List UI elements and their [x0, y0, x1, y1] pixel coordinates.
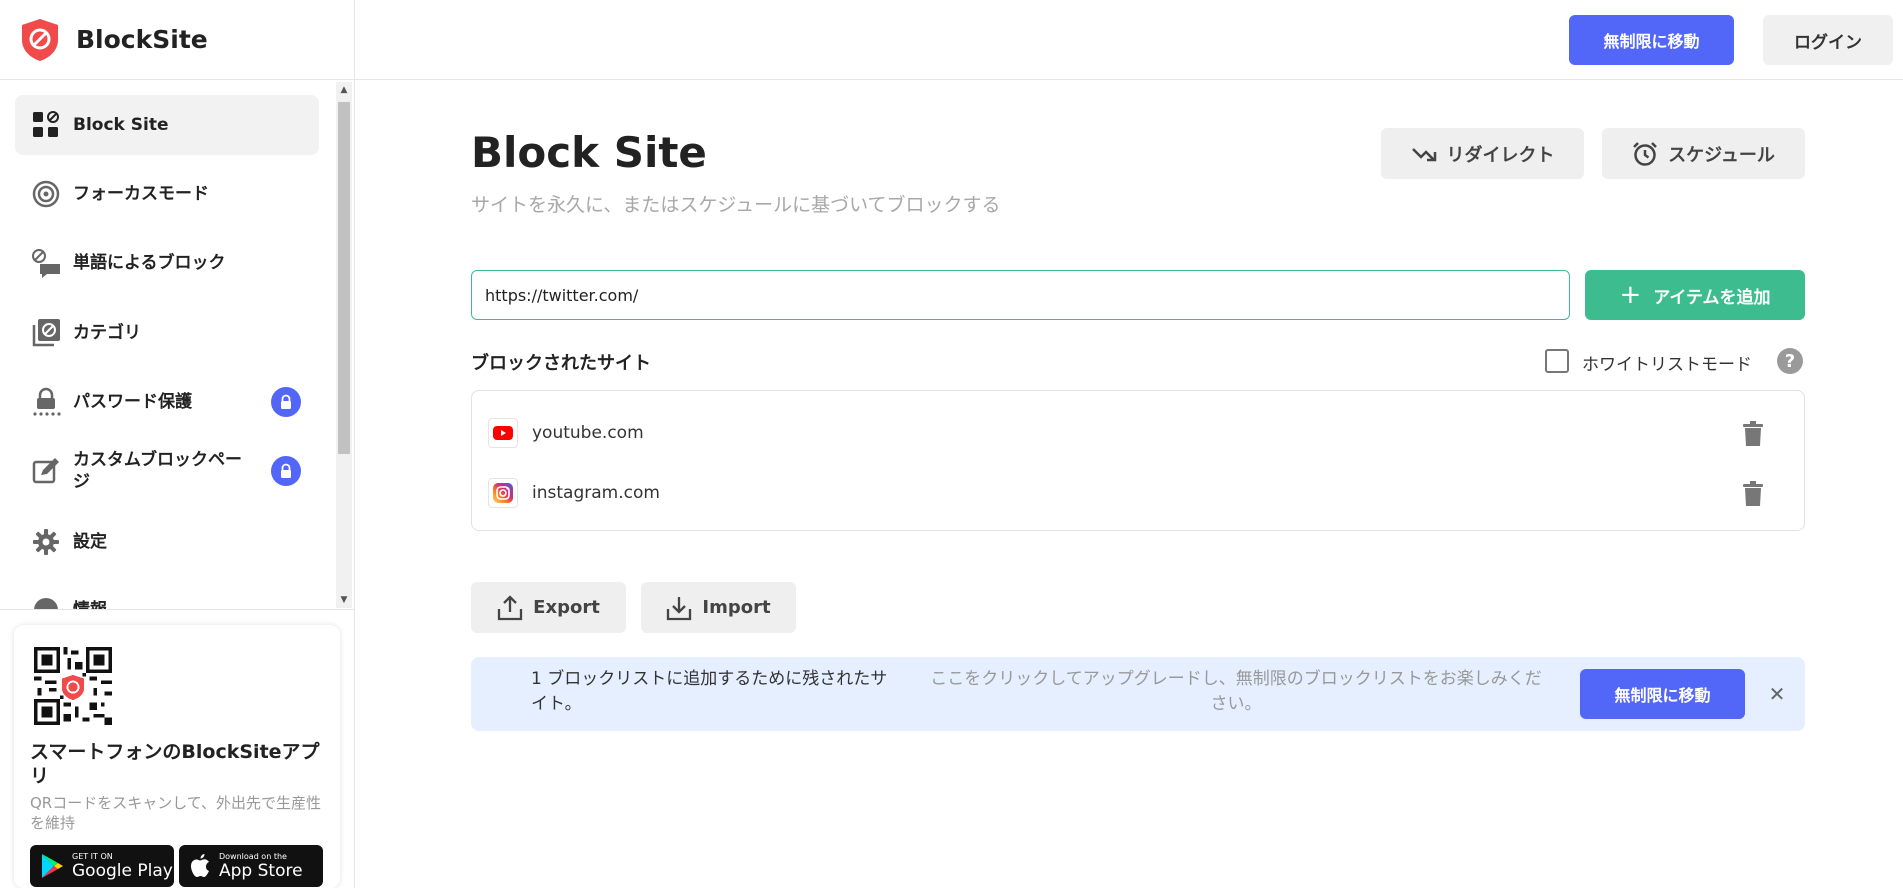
sidebar-item-label: 設定 [73, 532, 107, 552]
sidebar-item-label: パスワード保護 [73, 392, 192, 412]
password-lock-icon [31, 387, 61, 417]
export-label: Export [533, 597, 600, 618]
sidebar-item-focus-mode[interactable]: フォーカスモード [15, 164, 319, 224]
instagram-icon [488, 478, 518, 508]
sidebar-nav: Block Site フォーカスモード 単語によるブロック カテゴリ パスワード… [0, 80, 352, 610]
download-icon [666, 595, 692, 621]
login-button[interactable]: ログイン [1763, 15, 1893, 65]
whitelist-checkbox[interactable] [1545, 349, 1569, 373]
app-store-button[interactable]: Download on the App Store [179, 845, 323, 887]
sidebar-item-label: 単語によるブロック [73, 253, 226, 273]
import-button[interactable]: Import [641, 582, 796, 633]
custom-page-icon [31, 456, 61, 486]
youtube-icon [488, 418, 518, 448]
scroll-down-arrow-icon[interactable]: ▼ [336, 592, 352, 608]
alarm-clock-icon [1632, 141, 1658, 167]
sidebar-item-label: カスタムブロックページ [73, 450, 242, 492]
apple-icon [191, 854, 209, 877]
redirect-label: リダイレクト [1446, 144, 1555, 166]
help-icon[interactable]: ? [1777, 348, 1803, 374]
page-title: Block Site [471, 128, 707, 177]
list-item: youtube.com [472, 411, 1804, 455]
blocksite-grid-icon [31, 110, 61, 140]
sidebar-item-category[interactable]: カテゴリ [15, 303, 319, 363]
sidebar-item-word-block[interactable]: 単語によるブロック [15, 233, 319, 293]
category-icon [31, 318, 61, 348]
banner-go-unlimited-button[interactable]: 無制限に移動 [1580, 669, 1745, 719]
blocksite-logo-icon [22, 18, 58, 61]
sidebar-divider [0, 609, 355, 610]
app-store-big-text: App Store [219, 860, 303, 881]
google-play-icon [42, 854, 63, 878]
whitelist-label: ホワイトリストモード [1582, 355, 1752, 375]
brand-header: BlockSite [0, 0, 355, 80]
app-store-small-text: Download on the [219, 851, 287, 861]
premium-lock-icon [271, 456, 301, 486]
blocked-sites-list: youtube.com instagram.com [471, 390, 1805, 531]
info-icon [31, 595, 61, 610]
schedule-label: スケジュール [1668, 144, 1775, 166]
word-block-icon [31, 248, 61, 278]
redirect-button[interactable]: リダイレクト [1381, 128, 1584, 179]
url-input[interactable] [471, 270, 1570, 320]
site-name: youtube.com [532, 423, 644, 443]
premium-lock-icon [271, 387, 301, 417]
google-play-big-text: Google Play [72, 860, 173, 881]
google-play-button[interactable]: GET IT ON Google Play [30, 845, 174, 887]
add-item-button[interactable]: + アイテムを追加 [1585, 270, 1805, 320]
page-subtitle: サイトを永久に、またはスケジュールに基づいてブロックする [471, 194, 1001, 216]
close-icon[interactable]: ✕ [1766, 682, 1788, 706]
list-item: instagram.com [472, 471, 1804, 515]
upgrade-link-text[interactable]: ここをクリックしてアップグレードし、無制限のブロックリストをお楽しみください。 [926, 667, 1546, 717]
delete-trash-icon[interactable] [1742, 421, 1764, 447]
sidebar-item-custom-block-page[interactable]: カスタムブロックページ [15, 441, 319, 501]
plus-icon: + [1619, 280, 1642, 310]
site-name: instagram.com [532, 483, 660, 503]
scroll-up-arrow-icon[interactable]: ▲ [336, 82, 352, 98]
promo-title: スマートフォンのBlockSiteアプリ [30, 741, 320, 787]
mobile-app-promo: スマートフォンのBlockSiteアプリ QRコードをスキャンして、外出先で生産… [14, 625, 340, 888]
scroll-thumb[interactable] [338, 102, 350, 454]
sidebar-item-block-site[interactable]: Block Site [15, 95, 319, 155]
upgrade-banner: 1 ブロックリストに追加するために残されたサイト。 ここをクリックしてアップグレ… [471, 657, 1805, 731]
export-button[interactable]: Export [471, 582, 626, 633]
sidebar-scrollbar[interactable]: ▲ ▼ [336, 82, 352, 608]
brand-name: BlockSite [76, 25, 208, 54]
redirect-arrow-icon [1411, 144, 1437, 164]
sidebar: BlockSite Block Site フォーカスモード 単語によるブロック [0, 0, 355, 888]
upload-icon [497, 594, 523, 621]
sidebar-item-info[interactable]: 情報 [15, 580, 319, 610]
remaining-sites-text: 1 ブロックリストに追加するために残されたサイト。 [531, 669, 888, 714]
import-label: Import [702, 597, 771, 618]
sidebar-item-label: Block Site [73, 115, 169, 135]
sidebar-item-password[interactable]: パスワード保護 [15, 372, 319, 432]
target-icon [31, 179, 61, 209]
schedule-button[interactable]: スケジュール [1602, 128, 1805, 179]
qr-code-icon [34, 647, 112, 725]
sidebar-item-label: カテゴリ [73, 323, 141, 343]
promo-subtitle: QRコードをスキャンして、外出先で生産性を維持 [30, 794, 322, 832]
add-item-label: アイテムを追加 [1653, 287, 1771, 308]
delete-trash-icon[interactable] [1742, 481, 1764, 507]
google-play-small-text: GET IT ON [72, 851, 113, 861]
go-unlimited-button[interactable]: 無制限に移動 [1569, 15, 1734, 65]
sidebar-item-label: フォーカスモード [73, 184, 209, 204]
gear-icon [31, 527, 61, 557]
sidebar-item-settings[interactable]: 設定 [15, 512, 319, 572]
blocked-sites-title: ブロックされたサイト [471, 353, 651, 374]
